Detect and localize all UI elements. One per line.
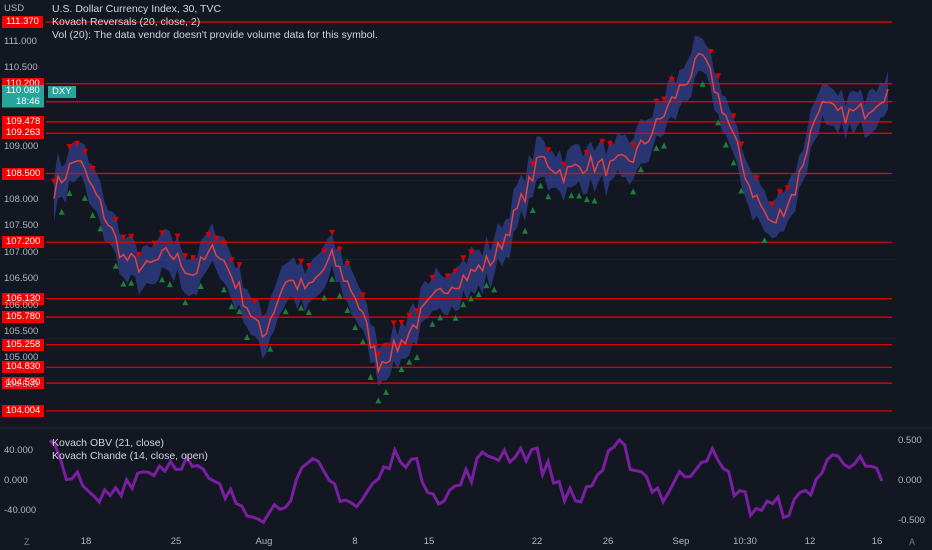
time-tick-7: Sep bbox=[672, 536, 690, 547]
chande-tick-0: 0.500 bbox=[898, 435, 922, 446]
buy-marker bbox=[537, 182, 544, 189]
price-tick-10: 104.500 bbox=[4, 378, 39, 390]
buy-marker bbox=[591, 197, 598, 204]
buy-marker bbox=[460, 301, 467, 308]
indicator-legend-volume[interactable]: Vol (20): The data vendor doesn't provid… bbox=[52, 29, 378, 42]
obv-tick-1: 0.000 bbox=[4, 475, 28, 486]
buy-marker bbox=[128, 279, 135, 286]
level-tag-4: 109.263 bbox=[2, 127, 45, 140]
level-tag-5: 108.500 bbox=[2, 167, 45, 180]
time-tick-3: 8 bbox=[352, 536, 358, 547]
price-tick-2: 109.000 bbox=[4, 141, 39, 153]
price-tick-1: 110.500 bbox=[4, 61, 38, 73]
price-tick-8: 105.500 bbox=[4, 325, 39, 337]
chart-title[interactable]: U.S. Dollar Currency Index, 30, TVC bbox=[52, 3, 221, 16]
buy-marker bbox=[653, 144, 660, 151]
time-tick-5: 22 bbox=[531, 536, 543, 547]
buy-marker bbox=[244, 334, 251, 341]
price-tick-3: 108.000 bbox=[4, 193, 39, 205]
buy-marker bbox=[321, 294, 328, 301]
buy-marker bbox=[58, 208, 65, 215]
chande-tick-2: -0.500 bbox=[898, 515, 925, 526]
auto-scale-left-toggle[interactable]: Z bbox=[24, 537, 30, 547]
buy-marker bbox=[182, 299, 189, 306]
price-tick-5: 107.000 bbox=[4, 246, 39, 258]
sell-marker bbox=[174, 233, 181, 240]
obv-legend[interactable]: Kovach OBV (21, close) bbox=[52, 437, 164, 450]
sell-marker bbox=[390, 320, 397, 327]
last-price-badge: 110.080 18:46 bbox=[2, 85, 44, 107]
buy-marker bbox=[282, 308, 289, 315]
obv-tick-0: 40.000 bbox=[4, 445, 34, 456]
price-tick-0: 111.000 bbox=[4, 35, 37, 47]
buy-marker bbox=[120, 280, 127, 287]
price-tick-7: 106.000 bbox=[4, 299, 39, 311]
buy-marker bbox=[637, 166, 644, 173]
buy-marker bbox=[220, 286, 227, 293]
buy-marker bbox=[367, 373, 374, 380]
level-tag-3: 109.478 bbox=[2, 115, 45, 128]
buy-marker bbox=[159, 276, 166, 283]
buy-marker bbox=[413, 354, 420, 361]
buy-marker bbox=[576, 192, 583, 199]
buy-marker bbox=[359, 338, 366, 345]
buy-marker bbox=[329, 275, 335, 282]
buy-marker bbox=[429, 320, 436, 327]
buy-marker bbox=[529, 207, 536, 214]
time-tick-6: 26 bbox=[602, 536, 614, 547]
time-tick-2: Aug bbox=[255, 536, 273, 547]
buy-marker bbox=[761, 237, 768, 244]
buy-marker bbox=[406, 358, 413, 365]
level-tag-0: 111.370 bbox=[2, 16, 43, 28]
buy-marker bbox=[383, 388, 390, 395]
buy-marker bbox=[568, 192, 575, 199]
last-price-time: 18:46 bbox=[16, 96, 40, 107]
price-tick-9: 105.000 bbox=[4, 352, 39, 364]
buy-marker bbox=[661, 142, 668, 149]
buy-marker bbox=[352, 324, 359, 331]
time-tick-4: 15 bbox=[423, 536, 435, 547]
chart-canvas bbox=[0, 21, 932, 525]
buy-marker bbox=[267, 345, 274, 352]
buy-marker bbox=[722, 141, 729, 148]
buy-marker bbox=[375, 397, 382, 404]
price-tick-4: 107.500 bbox=[4, 220, 39, 232]
buy-marker bbox=[491, 286, 498, 293]
volatility-band bbox=[54, 35, 888, 387]
last-price-value: 110.080 bbox=[6, 85, 40, 96]
buy-marker bbox=[166, 281, 173, 288]
sell-marker bbox=[329, 229, 335, 236]
buy-marker bbox=[89, 211, 96, 218]
price-tick-6: 106.500 bbox=[4, 273, 39, 285]
buy-marker bbox=[81, 194, 88, 201]
time-tick-8: 10:30 bbox=[733, 536, 757, 547]
level-tag-12: 104.004 bbox=[2, 404, 45, 417]
time-tick-0: 18 bbox=[80, 536, 92, 547]
symbol-badge[interactable]: DXY bbox=[48, 86, 76, 98]
buy-marker bbox=[522, 227, 529, 234]
sell-marker bbox=[460, 255, 467, 262]
currency-label: USD bbox=[4, 3, 25, 14]
level-tag-9: 105.258 bbox=[2, 338, 45, 351]
buy-marker bbox=[305, 308, 312, 315]
time-tick-10: 16 bbox=[871, 536, 883, 547]
buy-marker bbox=[475, 291, 482, 298]
buy-marker bbox=[630, 188, 637, 195]
time-tick-9: 12 bbox=[804, 536, 816, 547]
band-area bbox=[54, 35, 888, 387]
chande-tick-1: 0.000 bbox=[898, 475, 922, 486]
time-tick-1: 25 bbox=[170, 536, 182, 547]
buy-marker bbox=[545, 193, 552, 200]
obv-tick-2: -40.000 bbox=[4, 505, 37, 516]
buy-marker bbox=[583, 196, 590, 203]
indicator-legend-reversals[interactable]: Kovach Reversals (20, close, 2) bbox=[52, 16, 200, 29]
buy-marker bbox=[336, 292, 343, 299]
level-tag-8: 105.780 bbox=[2, 311, 45, 324]
chande-legend[interactable]: Kovach Chande (14, close, open) bbox=[52, 450, 208, 463]
buy-marker bbox=[730, 159, 737, 166]
auto-scale-right-toggle[interactable]: A bbox=[909, 537, 915, 547]
